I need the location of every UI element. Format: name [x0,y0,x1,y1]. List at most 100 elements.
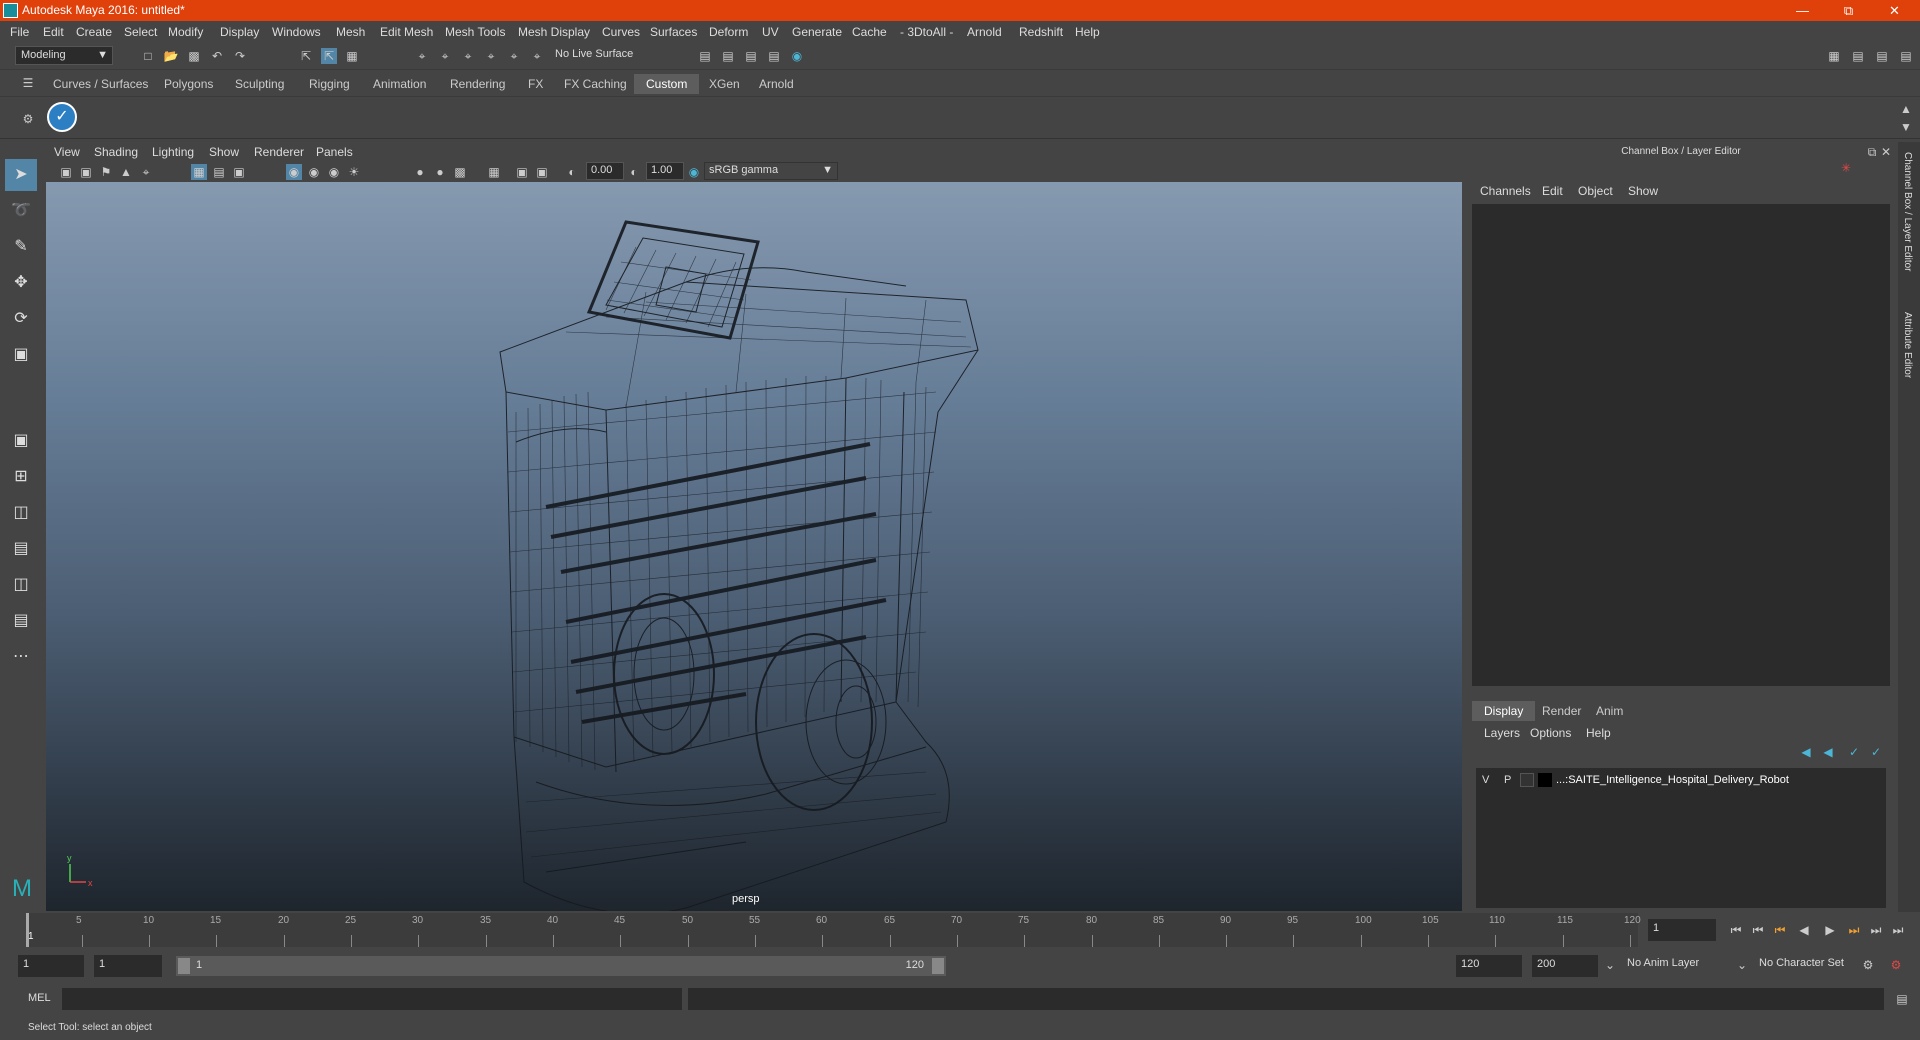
lights-icon[interactable]: ☀ [346,164,362,180]
close-button[interactable]: ✕ [1872,0,1917,21]
cb-menu-edit[interactable]: Edit [1542,184,1563,198]
menu-arnold[interactable]: Arnold [967,25,1002,39]
tab-anim[interactable]: Anim [1584,701,1635,721]
render-settings-icon[interactable]: ▤ [743,48,759,64]
menu-edit[interactable]: Edit [43,25,64,39]
playback-end-field[interactable]: 120 [1456,955,1522,977]
mel-label[interactable]: MEL [28,992,51,1004]
undo-icon[interactable]: ↶ [209,48,225,64]
scale-tool-icon[interactable]: ▣ [5,339,37,371]
vp-menu-panels[interactable]: Panels [316,145,353,159]
persp-outliner-layout-icon[interactable]: ◫ [5,569,37,601]
channel-box-toggle-icon[interactable]: ▤ [1898,48,1914,64]
exposure-icon[interactable]: ◐ [564,164,580,180]
grid-toggle-icon[interactable]: ⌖ [138,164,154,180]
backface-culling-icon[interactable]: ▣ [534,164,550,180]
layer-row[interactable]: V P ...:SAITE_Intelligence_Hospital_Deli… [1476,772,1886,790]
film-gate-icon[interactable]: ▤ [211,164,227,180]
le-menu-options[interactable]: Options [1530,726,1571,740]
tab-animation[interactable]: Animation [361,74,438,94]
cb-menu-channels[interactable]: Channels [1480,184,1531,198]
render-frame-icon[interactable]: ▤ [697,48,713,64]
play-forwards-icon[interactable]: ▶ [1822,922,1838,938]
range-start-handle[interactable] [178,958,190,974]
single-pane-layout-icon[interactable]: ▣ [5,425,37,457]
current-frame-field[interactable]: 1 [1648,919,1716,941]
menu-redshift[interactable]: Redshift [1019,25,1063,39]
tab-display[interactable]: Display [1472,701,1536,721]
close-panel-icon[interactable]: ✕ [1878,144,1894,160]
select-hierarchy-icon[interactable]: ⇱ [298,48,314,64]
vp-menu-shading[interactable]: Shading [94,145,138,159]
manipulator-icon[interactable]: ✳ [1838,160,1854,176]
camera-attributes-icon[interactable]: ▣ [78,164,94,180]
menu-curves[interactable]: Curves [602,25,640,39]
four-pane-layout-icon[interactable]: ⊞ [5,461,37,493]
channel-list[interactable] [1472,204,1890,686]
menu-create[interactable]: Create [76,25,112,39]
ipr-render-icon[interactable]: ▤ [720,48,736,64]
paint-select-tool-icon[interactable]: ✎ [5,231,37,263]
exposure-field[interactable]: 0.00 [586,162,624,180]
menu-select[interactable]: Select [124,25,157,39]
gamma-icon[interactable]: ◐ [626,164,642,180]
snap-point-icon[interactable]: ⌖ [460,48,476,64]
make-live-icon[interactable]: ⌖ [529,48,545,64]
layer-display-type-toggle[interactable] [1520,773,1534,787]
le-menu-layers[interactable]: Layers [1484,726,1520,740]
layer-visibility-toggle[interactable]: V [1482,774,1489,786]
bookmark-icon[interactable]: ⚑ [98,164,114,180]
layer-color-swatch[interactable] [1538,773,1552,787]
shelf-menu-icon[interactable]: ☰ [20,75,36,91]
tab-polygons[interactable]: Polygons [152,74,225,94]
menu-edit-mesh[interactable]: Edit Mesh [380,25,433,39]
render-view-icon[interactable]: ◉ [789,48,805,64]
shelf-settings-icon[interactable]: ⚙ [20,111,36,127]
play-backwards-icon[interactable]: ◀ [1796,922,1812,938]
step-forward-frame-icon[interactable]: ⏭ [1868,922,1884,938]
snap-view-plane-icon[interactable]: ⌖ [483,48,499,64]
outliner-layout-icon[interactable]: ▤ [5,605,37,637]
menu-file[interactable]: File [10,25,29,39]
mel-input[interactable] [62,988,682,1010]
persp-graph-layout-icon[interactable]: ▤ [5,533,37,565]
grid-icon[interactable]: ▦ [191,164,207,180]
shelf-scroll-up-icon[interactable]: ▲ [1898,101,1914,117]
toolbox-more-icon[interactable]: ⋯ [5,641,37,673]
vp-menu-view[interactable]: View [54,145,80,159]
hypershade-icon[interactable]: ▤ [766,48,782,64]
step-forward-key-icon[interactable]: ⏭ [1846,922,1862,938]
camera-icon[interactable]: ▣ [58,164,74,180]
tab-xgen[interactable]: XGen [697,74,752,94]
step-back-key-icon[interactable]: ⏮ [1772,922,1788,938]
colorspace-dropdown[interactable]: sRGB gamma ▼ [704,162,838,180]
smooth-shade-icon[interactable]: ◉ [306,164,322,180]
menu-deform[interactable]: Deform [709,25,748,39]
new-layer-icon[interactable]: ✓ [1846,744,1862,760]
menu-cache[interactable]: Cache [852,25,887,39]
attribute-editor-toggle-icon[interactable]: ▤ [1850,48,1866,64]
range-end-handle[interactable] [932,958,944,974]
image-plane-icon[interactable]: ▲ [118,164,134,180]
tab-fx[interactable]: FX [516,74,555,94]
two-sided-lighting-icon[interactable]: ▣ [514,164,530,180]
resolution-gate-icon[interactable]: ▣ [231,164,247,180]
tool-settings-toggle-icon[interactable]: ▤ [1874,48,1890,64]
robot-wireframe-model[interactable]: y x [46,182,1462,911]
snap-curve-icon[interactable]: ⌖ [437,48,453,64]
menu-help[interactable]: Help [1075,25,1100,39]
select-component-icon[interactable]: ▦ [344,48,360,64]
redo-icon[interactable]: ↷ [232,48,248,64]
vp-menu-lighting[interactable]: Lighting [152,145,194,159]
tab-channel-box-layer-editor[interactable]: Channel Box / Layer Editor [1902,152,1913,272]
menu-windows[interactable]: Windows [272,25,321,39]
snap-grid-icon[interactable]: ⌖ [414,48,430,64]
mode-dropdown[interactable]: Modeling ▼ [15,46,113,65]
new-layer-selected-icon[interactable]: ✓ [1868,744,1884,760]
perspective-viewport[interactable]: y x persp [46,182,1462,911]
tab-rendering[interactable]: Rendering [438,74,517,94]
chevron-down-icon[interactable]: ⌄ [1734,957,1750,973]
menu-mesh-display[interactable]: Mesh Display [518,25,590,39]
step-back-frame-icon[interactable]: ⏮ [1750,922,1766,938]
tab-custom[interactable]: Custom [634,74,700,94]
